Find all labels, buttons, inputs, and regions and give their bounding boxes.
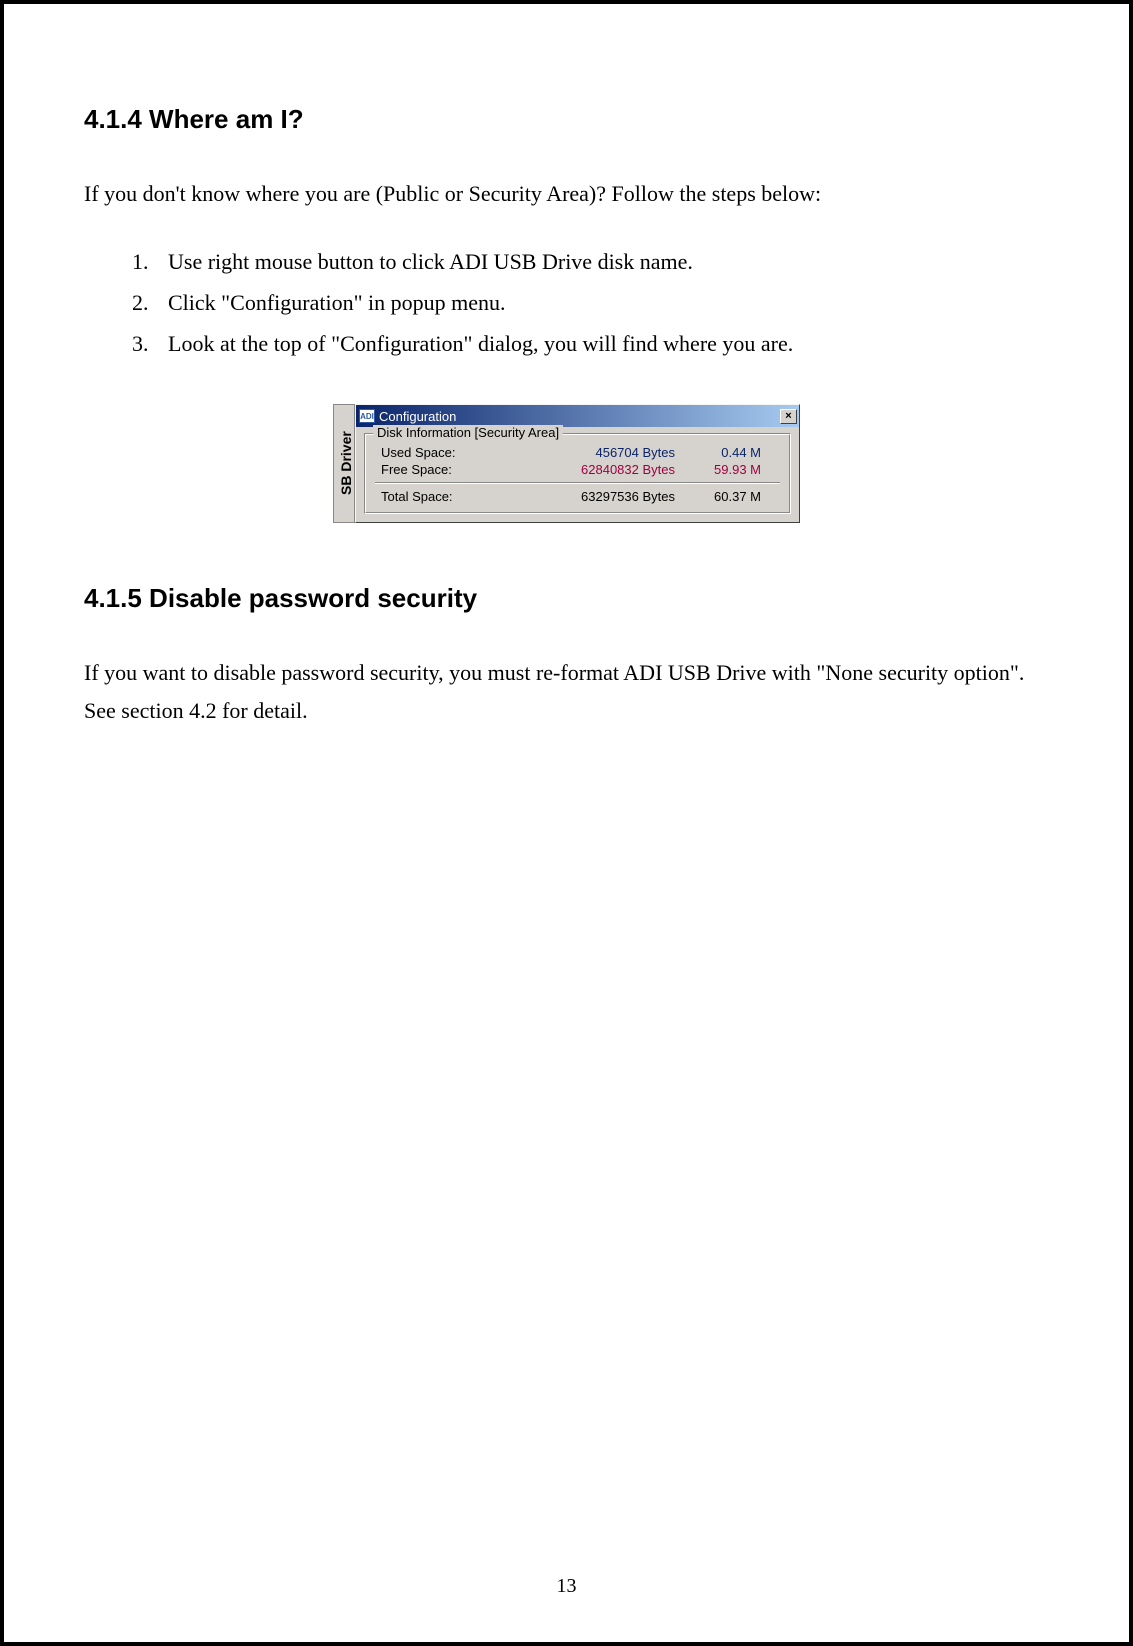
close-icon: × (785, 410, 791, 422)
window-icon: ADI (359, 409, 375, 423)
total-space-bytes: 63297536 Bytes (485, 489, 675, 504)
dialog-screenshot: SB Driver ADI Configuration × Disk Infor… (84, 404, 1049, 523)
list-item: Click "Configuration" in popup menu. (154, 283, 1049, 324)
free-space-bytes: 62840832 Bytes (485, 462, 675, 477)
total-space-mb: 60.37 M (675, 489, 765, 504)
disk-info-groupbox: Disk Information [Security Area] Used Sp… (364, 433, 791, 514)
total-space-row: Total Space: 63297536 Bytes 60.37 M (375, 488, 780, 505)
used-space-bytes: 456704 Bytes (485, 445, 675, 460)
document-page: 4.1.4 Where am I? If you don't know wher… (0, 0, 1133, 1646)
configuration-dialog: ADI Configuration × Disk Information [Se… (355, 404, 800, 523)
divider (375, 482, 780, 484)
used-space-mb: 0.44 M (675, 445, 765, 460)
list-item: Look at the top of "Configuration" dialo… (154, 324, 1049, 365)
used-space-label: Used Space: (375, 445, 485, 460)
free-space-mb: 59.93 M (675, 462, 765, 477)
page-number: 13 (4, 1575, 1129, 1598)
section2-paragraph: If you want to disable password security… (84, 654, 1049, 729)
side-tab: SB Driver (333, 404, 355, 523)
used-space-row: Used Space: 456704 Bytes 0.44 M (375, 444, 780, 461)
list-item: Use right mouse button to click ADI USB … (154, 242, 1049, 283)
dialog-titlebar: ADI Configuration × (356, 405, 799, 427)
groupbox-legend: Disk Information [Security Area] (373, 425, 563, 440)
close-button[interactable]: × (780, 409, 797, 424)
free-space-label: Free Space: (375, 462, 485, 477)
steps-list: Use right mouse button to click ADI USB … (84, 242, 1049, 364)
dialog-title: Configuration (379, 409, 456, 424)
total-space-label: Total Space: (375, 489, 485, 504)
intro-paragraph: If you don't know where you are (Public … (84, 175, 1049, 212)
section-heading-414: 4.1.4 Where am I? (84, 104, 1049, 135)
free-space-row: Free Space: 62840832 Bytes 59.93 M (375, 461, 780, 478)
section-heading-415: 4.1.5 Disable password security (84, 583, 1049, 614)
